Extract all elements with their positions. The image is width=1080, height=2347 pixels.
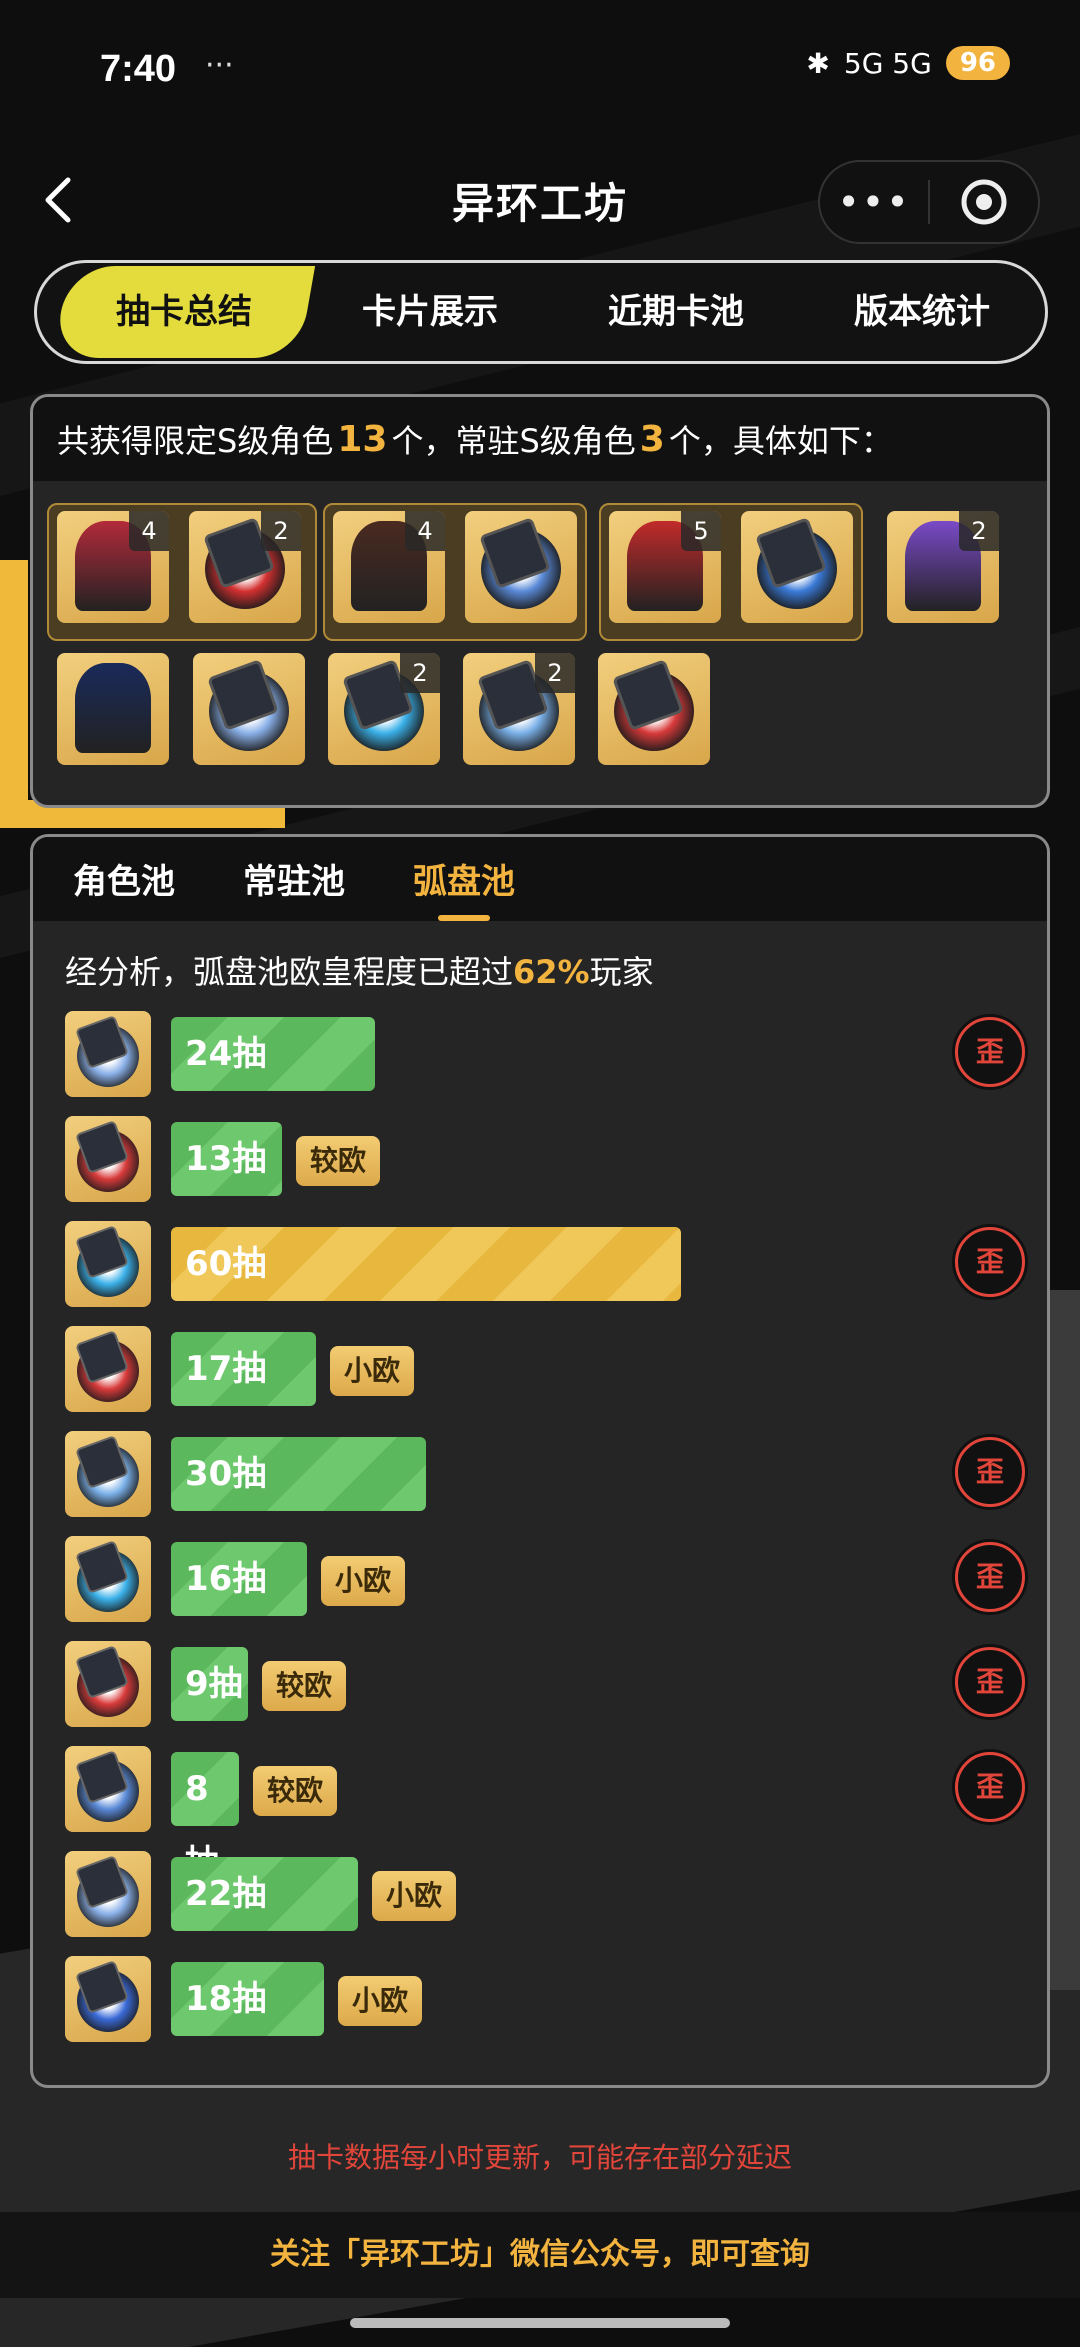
- tab-recent-pools[interactable]: 近期卡池: [553, 266, 799, 358]
- off-banner-badge: 歪: [955, 1647, 1025, 1717]
- off-banner-badge: 歪: [955, 1542, 1025, 1612]
- luck-tag: 较欧: [296, 1136, 381, 1186]
- tab-disc-pool[interactable]: 弧盘池: [413, 854, 515, 921]
- card-count: 4: [129, 511, 169, 551]
- character-portrait-icon: [75, 663, 151, 753]
- disc-thumb-icon: [65, 1431, 151, 1517]
- card-count: 4: [405, 511, 445, 551]
- limited-count: 13: [337, 418, 388, 460]
- pull-row: 60抽 歪: [65, 1221, 1025, 1313]
- tab-version-stats[interactable]: 版本统计: [799, 266, 1045, 358]
- character-card[interactable]: 4: [57, 511, 169, 623]
- pull-count-bar: 18抽: [171, 1962, 324, 2036]
- bluetooth-icon: ✱: [806, 46, 830, 80]
- pull-row: 8抽较欧 歪: [65, 1746, 1025, 1883]
- disc-card[interactable]: [741, 511, 853, 623]
- disc-card[interactable]: 2: [463, 653, 575, 765]
- tab-card-display[interactable]: 卡片展示: [307, 266, 553, 358]
- pull-row: 13抽 较欧: [65, 1116, 1025, 1208]
- pull-count-bar: 8抽: [171, 1752, 239, 1883]
- status-indicators: ✱ 5G 5G 96: [806, 46, 1010, 80]
- battery-icon: 96: [945, 46, 1010, 80]
- luck-tag: 小欧: [330, 1346, 415, 1396]
- card-count: 5: [681, 511, 721, 551]
- off-banner-badge: 歪: [955, 1437, 1025, 1507]
- pull-count-bar: 13抽: [171, 1122, 282, 1196]
- summary-text: 共获得限定S级角色 13 个，常驻S级角色 3 个，具体如下：: [33, 397, 1047, 481]
- disc-thumb-icon: [65, 1221, 151, 1307]
- signal-icon: 5G 5G: [843, 46, 932, 80]
- disc-thumb-icon: [65, 1011, 151, 1097]
- pull-count-bar: 9抽: [171, 1647, 248, 1721]
- luck-tag: 较欧: [253, 1766, 338, 1816]
- character-card[interactable]: 2: [887, 511, 999, 623]
- luck-tag: 小欧: [321, 1556, 406, 1606]
- pull-row: 17抽 小欧: [65, 1326, 1025, 1418]
- status-time: 7:40: [100, 48, 177, 90]
- luck-tag: 小欧: [372, 1871, 457, 1921]
- target-circle-icon[interactable]: [930, 177, 1038, 227]
- disc-thumb-icon: [65, 1746, 151, 1832]
- status-bar: 7:40 ··· ✱ 5G 5G 96: [0, 0, 1080, 150]
- luck-percent: 62%: [513, 953, 590, 991]
- summary-panel: 共获得限定S级角色 13 个，常驻S级角色 3 个，具体如下： 4 2 4 5 2 2 2: [30, 394, 1050, 808]
- standard-count: 3: [639, 418, 665, 460]
- disc-thumb-icon: [65, 1326, 151, 1412]
- disc-card[interactable]: 2: [189, 511, 301, 623]
- home-indicator: [350, 2318, 730, 2328]
- disc-thumb-icon: [65, 1116, 151, 1202]
- more-dots-icon[interactable]: •••: [820, 180, 928, 224]
- pull-row: 16抽 小欧 歪: [65, 1536, 1025, 1628]
- card-count: 2: [261, 511, 301, 551]
- character-card[interactable]: 4: [333, 511, 445, 623]
- nav-bar: 异环工坊 •••: [0, 150, 1080, 250]
- main-tabs: 抽卡总结 卡片展示 近期卡池 版本统计: [34, 260, 1048, 364]
- character-card[interactable]: [57, 653, 169, 765]
- card-count: 2: [959, 511, 999, 551]
- analysis-text: 经分析，弧盘池欧皇程度已超过62%玩家: [65, 953, 654, 991]
- disc-card[interactable]: [598, 653, 710, 765]
- pull-count-bar: 17抽: [171, 1332, 316, 1406]
- luck-tag: 较欧: [262, 1661, 347, 1711]
- card-count: 2: [400, 653, 440, 693]
- disc-thumb-icon: [65, 1641, 151, 1727]
- off-banner-badge: 歪: [955, 1227, 1025, 1297]
- character-card[interactable]: 5: [609, 511, 721, 623]
- pull-row: 9抽 较欧 歪: [65, 1641, 1025, 1733]
- pull-row: 18抽 小欧: [65, 1956, 1025, 2048]
- tab-gacha-summary[interactable]: 抽卡总结: [52, 266, 316, 358]
- disc-card[interactable]: [193, 653, 305, 765]
- update-note: 抽卡数据每小时更新，可能存在部分延迟: [287, 2141, 792, 2174]
- pool-tabs: 角色池 常驻池 弧盘池: [33, 837, 1047, 921]
- pull-count-bar: 22抽: [171, 1857, 358, 1931]
- status-more-icon: ···: [205, 48, 234, 83]
- tab-character-pool[interactable]: 角色池: [73, 854, 175, 921]
- pull-count-bar: 30抽: [171, 1437, 426, 1511]
- luck-tag: 小欧: [338, 1976, 423, 2026]
- off-banner-badge: 歪: [955, 1752, 1025, 1822]
- disc-thumb-icon: [65, 1851, 151, 1937]
- pull-count-bar: 24抽: [171, 1017, 375, 1091]
- disc-card[interactable]: 2: [328, 653, 440, 765]
- disc-thumb-icon: [65, 1956, 151, 2042]
- pool-panel: 角色池 常驻池 弧盘池 经分析，弧盘池欧皇程度已超过62%玩家 24抽歪 13抽较…: [30, 834, 1050, 2088]
- mini-program-capsule: •••: [818, 160, 1040, 244]
- disc-card[interactable]: [465, 511, 577, 623]
- pull-count-bar: 16抽: [171, 1542, 307, 1616]
- pull-row: 24抽 歪: [65, 1011, 1025, 1103]
- off-banner-badge: 歪: [955, 1017, 1025, 1087]
- card-count: 2: [535, 653, 575, 693]
- disc-thumb-icon: [65, 1536, 151, 1622]
- pull-row: 22抽 小欧: [65, 1851, 1025, 1943]
- pull-count-bar: 60抽: [171, 1227, 681, 1301]
- follow-banner[interactable]: 关注「异环工坊」微信公众号，即可查询: [0, 2212, 1080, 2298]
- tab-standard-pool[interactable]: 常驻池: [243, 854, 345, 921]
- pull-row: 30抽 歪: [65, 1431, 1025, 1523]
